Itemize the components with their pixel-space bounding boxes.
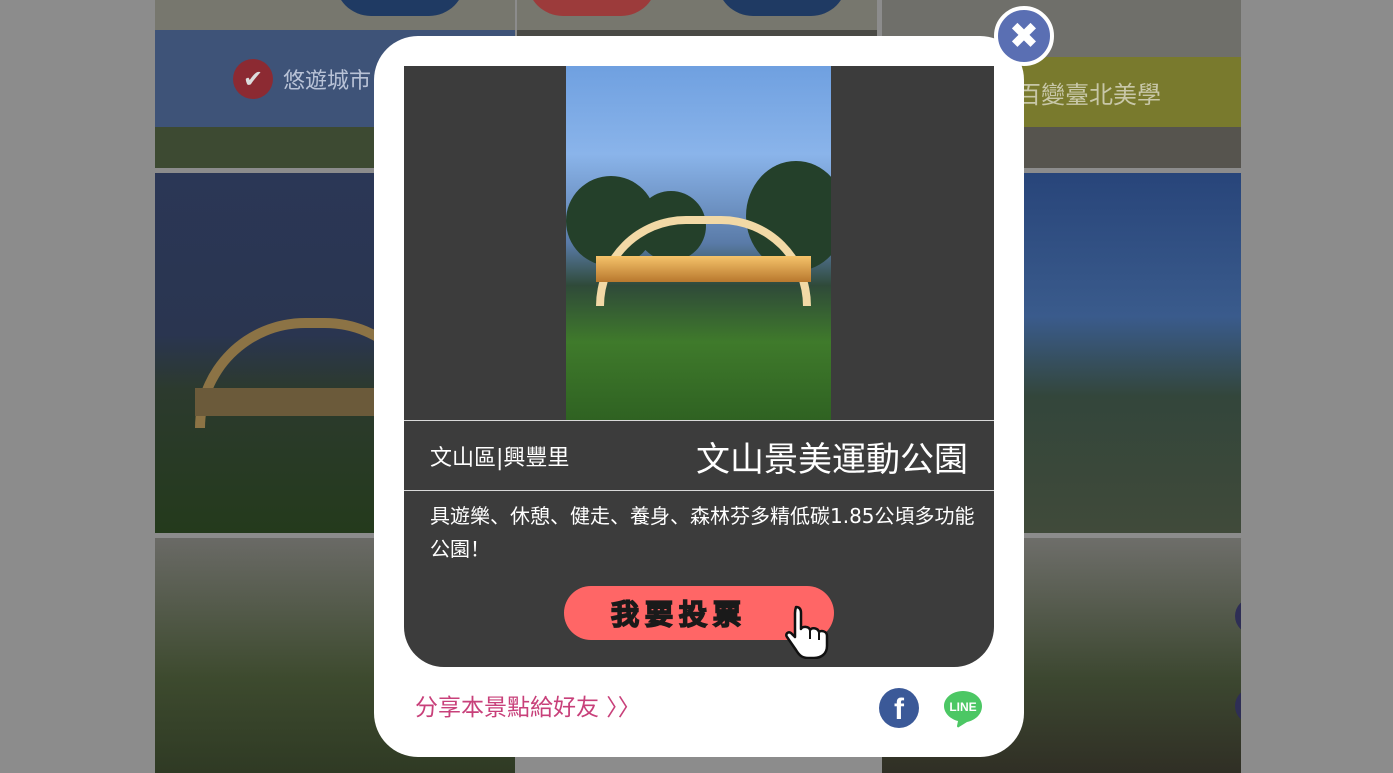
close-icon[interactable]: ✖ xyxy=(994,6,1054,66)
line-glyph: LINE xyxy=(949,700,976,714)
share-with-friends-link[interactable]: 分享本景點給好友 〉〉 xyxy=(415,688,641,722)
spot-description: 具遊樂、休憩、健走、養身、森林芬多精低碳1.85公頃多功能公園！ xyxy=(430,504,975,561)
pointing-hand-icon xyxy=(785,605,829,659)
divider xyxy=(404,490,994,491)
spot-photo xyxy=(566,66,831,420)
vote-button-label: 我要投票 xyxy=(610,597,747,632)
banner-left-text: 悠遊城市 xyxy=(283,68,372,94)
facebook-glyph: f xyxy=(894,693,904,726)
spot-title: 文山景美運動公園 xyxy=(696,440,968,480)
check-icon: ✔ xyxy=(233,58,273,99)
banner-right-text: 百變臺北美學 xyxy=(1017,80,1161,109)
spot-district: 文山區|興豐里 xyxy=(430,446,570,471)
spot-card: 文山區|興豐里 文山景美運動公園 具遊樂、休憩、健走、養身、森林芬多精低碳1.8… xyxy=(404,66,994,667)
divider xyxy=(404,420,994,421)
spot-detail-modal: 文山區|興豐里 文山景美運動公園 具遊樂、休憩、健走、養身、森林芬多精低碳1.8… xyxy=(374,36,1024,757)
facebook-icon[interactable]: f xyxy=(879,688,919,728)
line-icon[interactable]: LINE xyxy=(942,688,984,728)
